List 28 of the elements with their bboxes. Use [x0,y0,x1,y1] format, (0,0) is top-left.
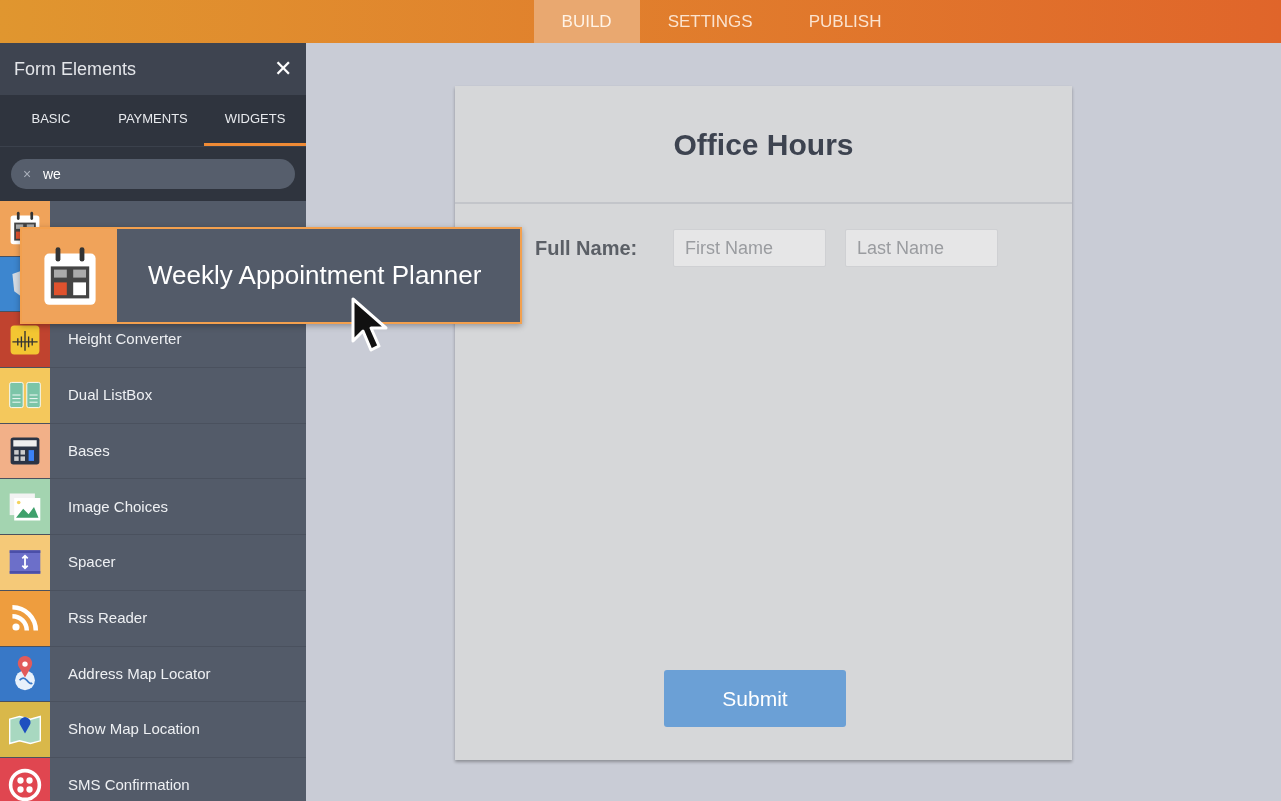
widget-item[interactable]: Show Map Location [0,702,306,758]
close-button[interactable]: ✕ [274,58,292,80]
item-label: Spacer [68,552,116,573]
widget-item[interactable]: Bases [0,423,306,480]
item-label: Rss Reader [68,607,148,628]
item-label: Height Converter [68,329,182,350]
text-input[interactable]: Last Name [845,229,998,267]
item-label: Bases [68,440,110,461]
panel-tab[interactable]: PAYMENTS [102,95,204,146]
widget-item[interactable]: Address Map Locator [0,646,306,703]
widget-item[interactable]: Spacer [0,535,306,591]
panel-tab[interactable]: BASIC [0,95,102,146]
item-label: SMS Confirmation [68,774,190,795]
panel-title: Form Elements [14,57,137,81]
field-label: Full Name: [535,236,639,261]
sms-icon [7,767,43,801]
panel-tab[interactable]: WIDGETS [204,95,306,146]
widget-item[interactable]: Image Choices [0,479,306,536]
item-label: Address Map Locator [68,663,211,684]
item-label: Show Map Location [68,719,200,740]
widget-item[interactable]: Dual ListBox [0,368,306,424]
form-title: Office Hours [673,126,854,163]
widget-item[interactable]: Rss Reader [0,590,306,647]
item-label: Dual ListBox [68,385,153,406]
widget-item[interactable]: SMS Confirmation [0,757,306,801]
drag-preview-label: Weekly Appointment Planner [148,259,482,292]
text-input[interactable]: First Name [673,229,826,267]
item-label: Image Choices [68,496,169,517]
